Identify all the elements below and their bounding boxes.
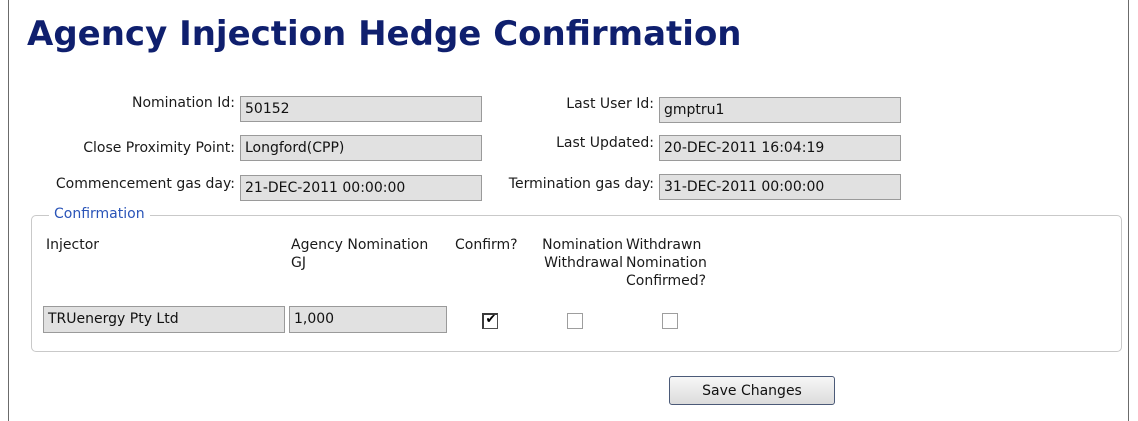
termination-gas-day-label: Termination gas day: — [508, 176, 654, 192]
confirmation-legend: Confirmation — [49, 206, 150, 222]
checkmark-icon: ✔ — [485, 312, 497, 327]
withdrawn-nomination-confirmed-checkbox[interactable] — [662, 313, 678, 329]
withdrawn-confirmed-header-line1: Withdrawn — [626, 237, 702, 253]
last-user-id-field[interactable]: gmptru1 — [659, 97, 901, 123]
injector-column-header: Injector — [46, 236, 99, 254]
confirm-header-text: Confirm? — [455, 237, 518, 253]
nomination-id-field[interactable]: 50152 — [240, 96, 482, 122]
injector-field[interactable]: TRUenergy Pty Ltd — [43, 306, 285, 333]
agency-nomination-header-line1: Agency Nomination — [291, 237, 429, 253]
agency-nomination-header-line2: GJ — [291, 255, 306, 271]
withdrawn-confirmed-column-header: Withdrawn Nomination Confirmed? — [626, 236, 707, 290]
commencement-gas-day-field[interactable]: 21-DEC-2011 00:00:00 — [240, 175, 482, 201]
nomination-withdrawal-header-line2: Withdrawal — [544, 255, 623, 271]
nomination-withdrawal-header-line1: Nomination — [542, 237, 623, 253]
close-proximity-point-field[interactable]: Longford(CPP) — [240, 135, 482, 161]
frame-left-border — [8, 0, 9, 421]
nomination-withdrawal-checkbox[interactable] — [567, 313, 583, 329]
page: Agency Injection Hedge Confirmation Nomi… — [0, 0, 1138, 421]
page-title: Agency Injection Hedge Confirmation — [27, 14, 742, 54]
frame-right-border — [1128, 0, 1129, 421]
nomination-id-label: Nomination Id: — [131, 95, 235, 111]
nomination-withdrawal-column-header: Nomination Withdrawal — [530, 236, 623, 272]
termination-gas-day-field[interactable]: 31-DEC-2011 00:00:00 — [659, 174, 901, 200]
withdrawn-confirmed-header-line3: Confirmed? — [626, 273, 707, 289]
agency-nomination-column-header: Agency Nomination GJ — [291, 236, 428, 272]
close-proximity-point-label: Close Proximity Point: — [83, 140, 235, 156]
confirm-checkbox[interactable]: ✔ — [482, 312, 498, 329]
last-updated-field[interactable]: 20-DEC-2011 16:04:19 — [659, 135, 901, 161]
last-updated-label: Last Updated: — [556, 135, 654, 151]
save-changes-button[interactable]: Save Changes — [669, 376, 835, 405]
withdrawn-confirmed-header-line2: Nomination — [626, 255, 707, 271]
injector-header-text: Injector — [46, 237, 100, 253]
confirm-column-header: Confirm? — [455, 236, 518, 254]
last-user-id-label: Last User Id: — [566, 96, 654, 112]
agency-nomination-gj-field[interactable]: 1,000 — [289, 306, 447, 333]
commencement-gas-day-label: Commencement gas day: — [55, 176, 235, 192]
